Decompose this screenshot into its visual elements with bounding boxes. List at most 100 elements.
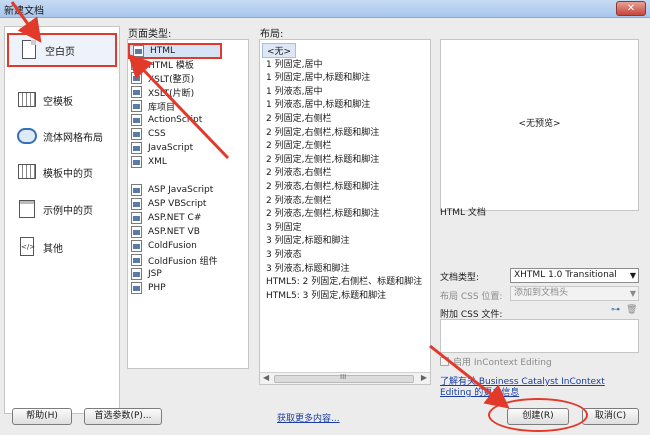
layout-item[interactable]: 2 列液态,右侧栏 [266,165,331,178]
doc-description: HTML 文档 [440,208,486,218]
doctype-select[interactable]: XHTML 1.0 Transitional ▼ [510,268,639,283]
category-template-page[interactable]: 模板中的页 [7,155,117,189]
page-type-label: ASP JavaScript [148,185,214,195]
layout-item[interactable]: HTML5: 3 列固定,标题和脚注 [266,288,386,301]
layout-list: <无> 1 列固定,居中 1 列固定,居中,标题和脚注 1 列液态,居中 1 列液态,居… [259,39,431,385]
page-type-item[interactable]: ColdFusion [131,239,197,253]
file-type-icon [131,72,142,84]
file-type-icon [133,45,144,57]
page-type-label: XSLT(片断) [148,88,195,99]
page-type-item[interactable]: ActionScript [131,113,202,127]
page-type-item[interactable]: CSS [131,127,166,141]
category-blank-template[interactable]: 空模板 [7,83,117,117]
layout-item[interactable]: 1 列液态,居中 [266,84,322,97]
layout-item[interactable]: 1 列液态,居中,标题和脚注 [266,97,370,110]
layout-item[interactable]: 2 列固定,右侧栏 [266,111,331,124]
page-type-label: JSP [148,269,162,279]
category-fluid-grid[interactable]: 流体网格布局 [7,119,117,153]
other-code-icon: </> [17,236,37,258]
layout-item[interactable]: 2 列液态,左侧栏,标题和脚注 [266,206,379,219]
category-label: 空模板 [43,96,73,108]
layout-item[interactable]: 2 列液态,右侧栏,标题和脚注 [266,179,379,192]
incontext-checkbox[interactable] [440,357,449,366]
page-type-label: ActionScript [148,115,203,125]
blank-page-icon [19,39,39,61]
category-label: 模板中的页 [43,168,93,180]
page-type-label: HTML 模板 [148,60,194,71]
category-label: 流体网格布局 [43,132,103,144]
layout-item[interactable]: 2 列固定,右侧栏,标题和脚注 [266,125,379,138]
layout-item[interactable]: 3 列液态,标题和脚注 [266,261,349,274]
page-type-label: XSLT(整页) [148,74,195,85]
category-label: 示例中的页 [43,205,93,217]
cancel-button[interactable]: 取消(C) [582,408,639,425]
get-more-content-link[interactable]: 获取更多内容... [277,411,340,424]
learn-more-link-line2[interactable]: Editing 的更多信息 [440,385,519,398]
page-type-item[interactable]: XSLT(整页) [131,71,194,85]
category-pane: 空白页 空模板 流体网格布局 模板中的页 示例中的页 </> 其他 [4,26,120,414]
file-type-icon [131,254,142,266]
page-type-item[interactable]: XSLT(片断) [131,85,194,99]
page-type-item[interactable]: JavaScript [131,141,193,155]
page-type-label: ASP.NET C# [148,213,202,223]
file-type-icon [131,142,142,154]
layout-item[interactable]: 2 列液态,左侧栏 [266,193,331,206]
create-button-highlight [488,398,588,432]
page-type-label: ASP VBScript [148,199,207,209]
layout-item[interactable]: 1 列固定,居中,标题和脚注 [266,70,370,83]
layout-item[interactable]: 3 列固定 [266,220,302,233]
layout-css-value: 添加到文档头 [514,288,569,298]
scroll-left-icon[interactable]: ◀ [263,373,269,382]
page-type-label: CSS [148,129,166,139]
category-sample-page[interactable]: 示例中的页 [7,192,117,226]
layout-item[interactable]: 2 列固定,左侧栏 [266,138,331,151]
page-type-label: ColdFusion 组件 [148,256,218,267]
file-type-icon [131,282,142,294]
scroll-grip: III [340,373,347,381]
layout-item[interactable]: 2 列固定,左侧栏,标题和脚注 [266,152,379,165]
file-type-icon [131,114,142,126]
layout-item[interactable]: 1 列固定,居中 [266,57,322,70]
layout-css-select[interactable]: 添加到文档头 ▼ [510,286,639,301]
help-button[interactable]: 帮助(H) [12,408,72,425]
file-type-icon [131,86,142,98]
page-type-item[interactable]: XML [131,155,167,169]
page-type-label: XML [148,157,167,167]
scroll-right-icon[interactable]: ▶ [421,373,427,382]
file-type-icon [131,156,142,168]
layout-item[interactable]: 3 列液态 [266,247,302,260]
page-type-label: JavaScript [148,143,194,153]
preferences-button[interactable]: 首选参数(P)... [84,408,162,425]
page-type-item[interactable]: ASP.NET VB [131,225,200,239]
link-icon[interactable]: ⊶ [611,305,620,315]
page-type-item[interactable]: ASP VBScript [131,197,206,211]
layout-css-label: 布局 CSS 位置: [440,292,503,302]
page-type-item[interactable]: JSP [131,267,162,281]
category-blank-page[interactable]: 空白页 [7,33,117,67]
page-type-item[interactable]: PHP [131,281,166,295]
layout-header: 布局: [260,29,284,40]
fluid-grid-icon [17,125,37,147]
page-type-item[interactable]: ASP JavaScript [131,183,213,197]
layout-item[interactable]: 3 列固定,标题和脚注 [266,233,349,246]
chevron-down-icon: ▼ [629,271,636,280]
template-page-icon [17,161,37,183]
doctype-label: 文档类型: [440,273,480,283]
new-document-dialog: 空白页 空模板 流体网格布局 模板中的页 示例中的页 </> 其他 页面类型: … [0,18,650,435]
page-type-item[interactable]: 库项目 [131,99,175,113]
file-type-icon [131,212,142,224]
close-button[interactable]: ✕ [616,1,646,16]
attached-css-list[interactable] [440,319,639,353]
horizontal-scrollbar[interactable]: ◀ III ▶ [260,372,430,384]
page-type-label: HTML [150,46,176,56]
page-type-item[interactable]: ColdFusion 组件 [131,253,218,267]
page-type-label: PHP [148,283,166,293]
page-type-item[interactable]: HTML 模板 [131,57,194,71]
category-other[interactable]: </> 其他 [7,230,117,264]
layout-item[interactable]: HTML5: 2 列固定,右侧栏、标题和脚注 [266,274,422,287]
file-type-icon [131,226,142,238]
page-type-item[interactable]: ASP.NET C# [131,211,201,225]
file-type-icon [131,198,142,210]
blank-template-icon [17,89,37,111]
trash-icon[interactable]: 🗑 [626,305,637,315]
